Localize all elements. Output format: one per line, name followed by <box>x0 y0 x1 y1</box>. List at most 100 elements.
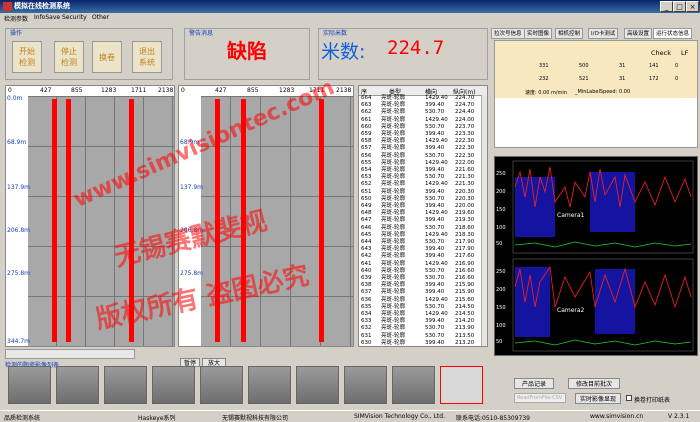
table-cell: 215.90 <box>455 282 475 289</box>
table-row[interactable]: 635 亮斑-轮廓 530.70 214.50 <box>359 304 481 311</box>
table-row[interactable]: 661 亮斑-轮廓 1429.40 224.00 <box>359 117 481 124</box>
table-row[interactable]: 645 亮斑-轮廓 1429.40 218.30 <box>359 232 481 239</box>
realtime-image-button[interactable]: 实时影像显现 <box>575 393 621 404</box>
table-cell: 213.90 <box>455 325 475 332</box>
minimize-button[interactable]: _ <box>660 1 673 12</box>
tab-camera-control[interactable]: 相机控制 <box>555 28 584 39</box>
table-cell: 530.70 <box>425 195 445 202</box>
table-cell: 399.40 <box>425 188 445 195</box>
table-row[interactable]: 656 亮斑-轮廓 530.70 222.30 <box>359 153 481 160</box>
close-button[interactable]: × <box>686 1 699 12</box>
meter-prefix: 米数: <box>321 41 366 63</box>
map-scrollbar[interactable] <box>5 349 135 359</box>
defect-thumbnail[interactable] <box>248 366 291 404</box>
table-cell: 641 <box>361 260 372 267</box>
defect-thumbnail[interactable] <box>152 366 195 404</box>
table-row[interactable]: 643 亮斑-轮廓 399.40 217.90 <box>359 246 481 253</box>
table-scrollbar[interactable] <box>481 95 487 346</box>
table-row[interactable]: 637 亮斑-轮廓 399.40 215.90 <box>359 289 481 296</box>
menu-infosave[interactable]: InfoSave <box>34 14 60 21</box>
defect-thumbnail[interactable] <box>344 366 387 404</box>
y-tick: 200 <box>496 287 506 293</box>
table-row[interactable]: 659 亮斑-轮廓 399.40 223.30 <box>359 131 481 138</box>
table-row[interactable]: 649 亮斑-轮廓 399.40 220.00 <box>359 203 481 210</box>
defect-thumbnail[interactable] <box>200 366 243 404</box>
defect-band <box>319 99 324 342</box>
meter-label: 实际米数 <box>323 30 348 37</box>
table-row[interactable]: 631 亮斑-轮廓 530.70 213.50 <box>359 333 481 340</box>
tab-io-test[interactable]: I/O卡测试 <box>588 28 619 39</box>
defect-thumbnail[interactable] <box>296 366 339 404</box>
y-tick: 100 <box>496 225 506 231</box>
product-record-button[interactable]: 产品记录 <box>514 378 554 389</box>
tab-advanced[interactable]: 高级设置 <box>624 28 653 39</box>
table-row[interactable]: 642 亮斑-轮廓 399.40 217.60 <box>359 253 481 260</box>
table-row[interactable]: 654 亮斑-轮廓 399.40 221.60 <box>359 167 481 174</box>
tab-realtime-image[interactable]: 实时图像 <box>524 28 553 39</box>
table-row[interactable]: 639 亮斑-轮廓 530.70 216.60 <box>359 275 481 282</box>
table-cell: 642 <box>361 253 372 260</box>
table-row[interactable]: 655 亮斑-轮廓 1429.40 222.00 <box>359 160 481 167</box>
camera-signal-panel: Camera1 Camera2 250 200 150 100 50 250 2… <box>494 156 698 356</box>
table-cell: 530.70 <box>425 303 445 310</box>
table-row[interactable]: 641 亮斑-轮廓 1429.40 216.90 <box>359 261 481 268</box>
table-row[interactable]: 650 亮斑-轮廓 530.70 220.30 <box>359 196 481 203</box>
y-tick: 275.8m <box>7 270 31 277</box>
defect-thumbnail[interactable] <box>104 366 147 404</box>
table-row[interactable]: 636 亮斑-轮廓 1429.40 215.60 <box>359 297 481 304</box>
alarm-group: 警告消息 缺陷 <box>184 28 310 80</box>
print-label-checkbox[interactable] <box>626 395 632 401</box>
menu-params[interactable]: 检测参数 <box>4 14 28 23</box>
table-row[interactable]: 651 亮斑-轮廓 399.40 220.30 <box>359 189 481 196</box>
table-cell: 222.30 <box>455 145 475 152</box>
table-cell: 633 <box>361 318 372 325</box>
table-row[interactable]: 630 亮斑-轮廓 399.40 213.20 <box>359 340 481 346</box>
change-roll-button[interactable]: 换卷 <box>92 41 122 73</box>
tab-batch-info[interactable]: 拉次号信息 <box>491 28 525 39</box>
table-row[interactable]: 660 亮斑-轮廓 530.70 223.70 <box>359 124 481 131</box>
table-cell: 399.40 <box>425 145 445 152</box>
table-row[interactable]: 658 亮斑-轮廓 1429.40 222.30 <box>359 138 481 145</box>
tab-run-status[interactable]: 运行状态信息 <box>653 28 693 39</box>
defect-thumbnail[interactable] <box>56 366 99 404</box>
table-row[interactable]: 652 亮斑-轮廓 1429.40 221.30 <box>359 181 481 188</box>
table-row[interactable]: 647 亮斑-轮廓 399.40 219.30 <box>359 217 481 224</box>
status-version: V 2.3.1 <box>668 413 690 420</box>
modify-batch-button[interactable]: 修改目前批次 <box>568 378 620 389</box>
defect-thumbnail-selected[interactable] <box>440 366 483 404</box>
table-cell: 530.70 <box>425 123 445 130</box>
maximize-button[interactable]: □ <box>673 1 686 12</box>
table-row[interactable]: 657 亮斑-轮廓 399.40 222.30 <box>359 145 481 152</box>
menu-other[interactable]: Other <box>92 14 109 21</box>
menu-bar: 检测参数 InfoSave Security Other <box>0 13 700 23</box>
table-cell: 530.70 <box>425 325 445 332</box>
table-row[interactable]: 663 亮斑-轮廓 399.40 224.70 <box>359 102 481 109</box>
table-cell: 217.90 <box>455 246 475 253</box>
y-tick: 200 <box>496 189 506 195</box>
menu-security[interactable]: Security <box>62 14 87 21</box>
table-cell: 639 <box>361 275 372 281</box>
table-row[interactable]: 640 亮斑-轮廓 530.70 216.60 <box>359 268 481 275</box>
table-row[interactable]: 653 亮斑-轮廓 530.70 221.30 <box>359 174 481 181</box>
exit-system-button[interactable]: 退出 系统 <box>132 41 162 73</box>
table-row[interactable]: 638 亮斑-轮廓 399.40 215.90 <box>359 282 481 289</box>
table-row[interactable]: 634 亮斑-轮廓 1429.40 214.50 <box>359 311 481 318</box>
table-row[interactable]: 646 亮斑-轮廓 530.70 218.60 <box>359 225 481 232</box>
table-row[interactable]: 632 亮斑-轮廓 530.70 213.90 <box>359 325 481 332</box>
table-cell: 648 <box>361 210 372 217</box>
table-row[interactable]: 662 亮斑-轮廓 530.70 224.40 <box>359 109 481 116</box>
defect-thumbnail[interactable] <box>392 366 435 404</box>
table-cell: 530.70 <box>425 174 445 181</box>
start-detect-button[interactable]: 开始 检测 <box>12 41 42 73</box>
y-tick: 137.9m <box>180 184 204 191</box>
table-row[interactable]: 648 亮斑-轮廓 1429.40 219.60 <box>359 210 481 217</box>
table-row[interactable]: 633 亮斑-轮廓 399.40 214.20 <box>359 318 481 325</box>
table-cell: 1429.40 <box>425 95 448 101</box>
table-cell: 224.40 <box>455 109 475 116</box>
table-row[interactable]: 664 亮斑-轮廓 1429.40 224.70 <box>359 95 481 102</box>
table-cell: 399.40 <box>425 167 445 173</box>
defect-thumbnail[interactable] <box>8 366 51 404</box>
table-row[interactable]: 644 亮斑-轮廓 530.70 217.90 <box>359 239 481 246</box>
stop-detect-button[interactable]: 停止 检测 <box>54 41 84 73</box>
table-cell: 213.50 <box>455 332 475 339</box>
